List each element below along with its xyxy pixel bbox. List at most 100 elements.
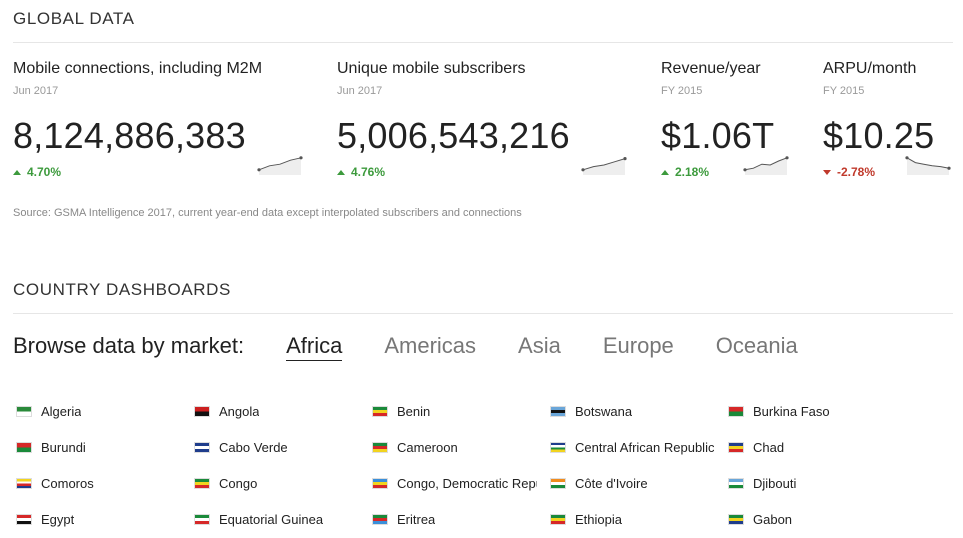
- country-name: Congo: [219, 476, 258, 491]
- flag-icon: [550, 442, 566, 453]
- country-name: Central African Republic: [575, 440, 715, 455]
- country-link[interactable]: Botswana: [550, 402, 728, 421]
- sparkline-point: [581, 168, 585, 172]
- trend-down-icon: [823, 169, 831, 175]
- stat-label: Unique mobile subscribers: [337, 60, 526, 77]
- country-link[interactable]: Chad: [728, 438, 906, 457]
- flag-icon: [372, 478, 388, 489]
- flag-icon: [372, 514, 388, 525]
- sparkline-point: [257, 168, 261, 172]
- global-data-divider: [13, 42, 953, 43]
- flag-icon: [372, 406, 388, 417]
- source-note: Source: GSMA Intelligence 2017, current …: [13, 207, 522, 219]
- country-link[interactable]: Equatorial Guinea: [194, 510, 372, 529]
- country-name: Angola: [219, 404, 260, 419]
- country-link[interactable]: Algeria: [16, 402, 194, 421]
- trend-up-icon: [661, 169, 669, 175]
- browse-label: Browse data by market:: [13, 333, 245, 358]
- sparkline-chart: [581, 157, 627, 175]
- stat-label: Mobile connections, including M2M: [13, 60, 263, 77]
- stat-value: 5,006,543,216: [337, 115, 570, 156]
- country-name: Benin: [397, 404, 431, 419]
- country-name: Ethiopia: [575, 512, 622, 527]
- flag-icon: [372, 442, 388, 453]
- stat-label: ARPU/month: [823, 60, 917, 77]
- flag-icon: [550, 514, 566, 525]
- country-link[interactable]: Burkina Faso: [728, 402, 906, 421]
- flag-icon: [16, 442, 32, 453]
- country-name: Congo, Democratic Republic: [397, 476, 537, 491]
- sparkline-point: [299, 156, 303, 160]
- flag-icon: [194, 478, 210, 489]
- flag-icon: [728, 406, 744, 417]
- stat-change: 2.18%: [661, 165, 709, 179]
- tab-europe[interactable]: Europe: [603, 333, 674, 359]
- tab-oceania[interactable]: Oceania: [716, 333, 798, 359]
- country-link[interactable]: Burundi: [16, 438, 194, 457]
- country-link[interactable]: Angola: [194, 402, 372, 421]
- sparkline-point: [947, 166, 951, 170]
- trend-up-icon: [337, 169, 345, 175]
- country-link[interactable]: Benin: [372, 402, 550, 421]
- global-data-title: GLOBAL DATA: [13, 9, 135, 28]
- country-link[interactable]: Central African Republic: [550, 438, 728, 457]
- country-name: Gabon: [753, 512, 793, 527]
- country-dashboards-divider: [13, 313, 953, 314]
- sparkline-area: [259, 157, 301, 175]
- tab-africa[interactable]: Africa: [286, 333, 343, 361]
- country-name: Botswana: [575, 404, 633, 419]
- stat-arpu-month: ARPU/month FY 2015 $10.25 -2.78%: [823, 60, 951, 189]
- sparkline-chart: [257, 156, 303, 175]
- flag-icon: [194, 406, 210, 417]
- country-link[interactable]: Egypt: [16, 510, 194, 529]
- sparkline-point: [623, 157, 627, 161]
- trend-up-icon: [13, 169, 21, 175]
- stat-change: 4.76%: [337, 165, 385, 179]
- flag-icon: [550, 478, 566, 489]
- country-link[interactable]: Cameroon: [372, 438, 550, 457]
- country-link[interactable]: Eritrea: [372, 510, 550, 529]
- flag-icon: [16, 514, 32, 525]
- country-name: Algeria: [41, 404, 82, 419]
- flag-icon: [194, 514, 210, 525]
- country-link[interactable]: Comoros: [16, 474, 194, 493]
- country-link[interactable]: Congo: [194, 474, 372, 493]
- country-name: Chad: [753, 440, 785, 455]
- stat-value: $1.06T: [661, 115, 775, 156]
- country-link[interactable]: Djibouti: [728, 474, 906, 493]
- country-list: Algeria Angola Benin Botswana Burkina Faso Bu…: [16, 402, 956, 529]
- stat-change: -2.78%: [823, 165, 875, 179]
- sparkline-chart: [743, 156, 789, 175]
- flag-icon: [550, 406, 566, 417]
- country-name: Djibouti: [753, 476, 797, 491]
- flag-icon: [16, 406, 32, 417]
- country-name: Eritrea: [397, 512, 436, 527]
- flag-icon: [728, 514, 744, 525]
- country-name: Burundi: [41, 440, 86, 455]
- country-name: Egypt: [41, 512, 75, 527]
- country-link[interactable]: Ethiopia: [550, 510, 728, 529]
- country-name: Cameroon: [397, 440, 458, 455]
- country-link[interactable]: Cabo Verde: [194, 438, 372, 457]
- stat-revenue-year: Revenue/year FY 2015 $1.06T 2.18%: [661, 60, 789, 189]
- stat-date: FY 2015: [661, 85, 703, 97]
- flag-icon: [728, 442, 744, 453]
- stat-date: FY 2015: [823, 85, 865, 97]
- stat-value: $10.25: [823, 115, 935, 156]
- country-name: Burkina Faso: [753, 404, 830, 419]
- country-dashboards-title: COUNTRY DASHBOARDS: [13, 280, 231, 299]
- sparkline-point: [785, 156, 789, 160]
- flag-icon: [16, 478, 32, 489]
- stat-date: Jun 2017: [337, 85, 383, 97]
- country-link[interactable]: Gabon: [728, 510, 906, 529]
- tab-asia[interactable]: Asia: [518, 333, 561, 359]
- stat-change: 4.70%: [13, 165, 61, 179]
- sparkline-point: [905, 156, 909, 160]
- country-link[interactable]: Congo, Democratic Republic: [372, 474, 550, 493]
- tab-americas[interactable]: Americas: [384, 333, 476, 359]
- stat-label: Revenue/year: [661, 60, 761, 77]
- sparkline-area: [907, 157, 949, 175]
- country-link[interactable]: Côte d'Ivoire: [550, 474, 728, 493]
- sparkline-point: [743, 168, 747, 172]
- sparkline-area: [583, 158, 625, 175]
